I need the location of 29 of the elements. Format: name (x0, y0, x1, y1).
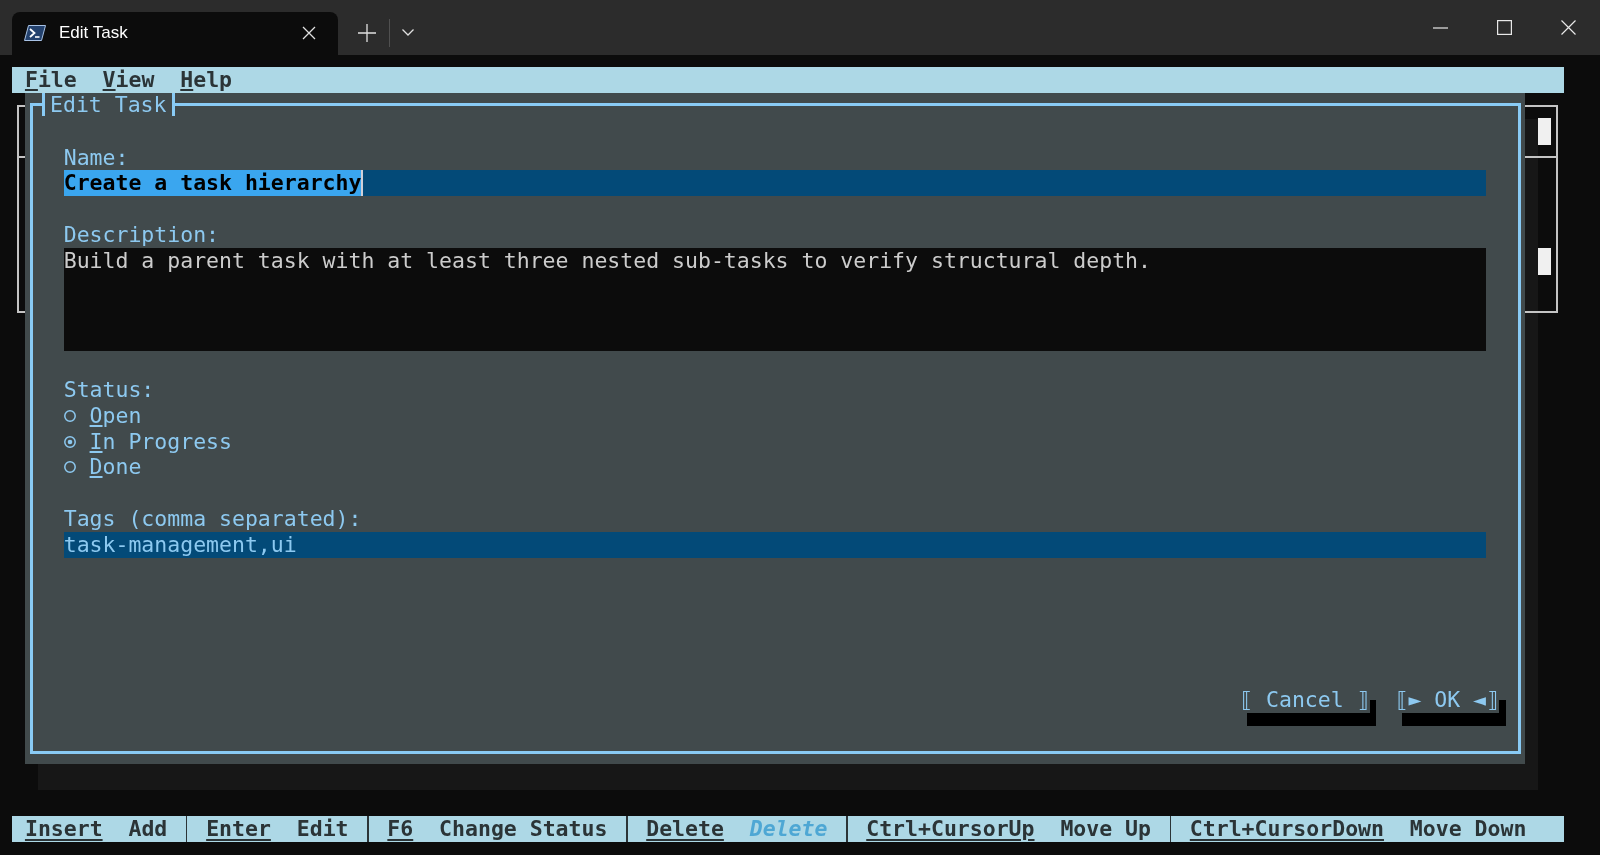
radio-option[interactable]: Done (63, 454, 142, 481)
shortcut-item[interactable]: F6 Change Status (374, 816, 621, 842)
field-label: Name: (63, 144, 129, 171)
shortcut-item[interactable]: Ctrl+CursorUp Move Up (853, 816, 1164, 842)
text-area[interactable]: Build a parent task with at least three nested sub-tasks to verify structural depth. (63, 247, 1486, 352)
maximize-icon (1496, 20, 1512, 35)
field-label: Status: (63, 376, 155, 403)
dialog-title: Edit Task (42, 92, 175, 116)
menu-item[interactable]: File (24, 67, 77, 93)
radio-option[interactable]: Open (63, 402, 142, 429)
field-label: Description: (63, 222, 220, 248)
close-icon (302, 25, 316, 40)
input-field[interactable]: Create a task hierarchy (63, 170, 1486, 197)
close-icon (1560, 20, 1576, 35)
scrollbar-thumb[interactable] (1538, 118, 1551, 145)
input-field[interactable]: task-management,ui (63, 531, 1486, 558)
field-label: Tags (comma separated): (63, 506, 362, 532)
tab[interactable]: Edit Task (12, 12, 338, 55)
menu-item[interactable]: View (102, 67, 155, 93)
shortcut-item[interactable]: Enter Edit (193, 816, 362, 842)
scrollbar-thumb[interactable] (1538, 248, 1551, 275)
menu-item[interactable]: Help (180, 67, 233, 93)
chevron-down-icon (402, 29, 414, 36)
minimize-icon (1432, 26, 1448, 29)
plus-icon (358, 23, 376, 42)
terminal-icon (24, 24, 46, 41)
shortcut-item[interactable]: Insert Add (12, 816, 181, 842)
radio-option[interactable]: In Progress (63, 428, 232, 455)
shortcut-item[interactable]: Ctrl+CursorDown Move Down (1176, 816, 1540, 842)
